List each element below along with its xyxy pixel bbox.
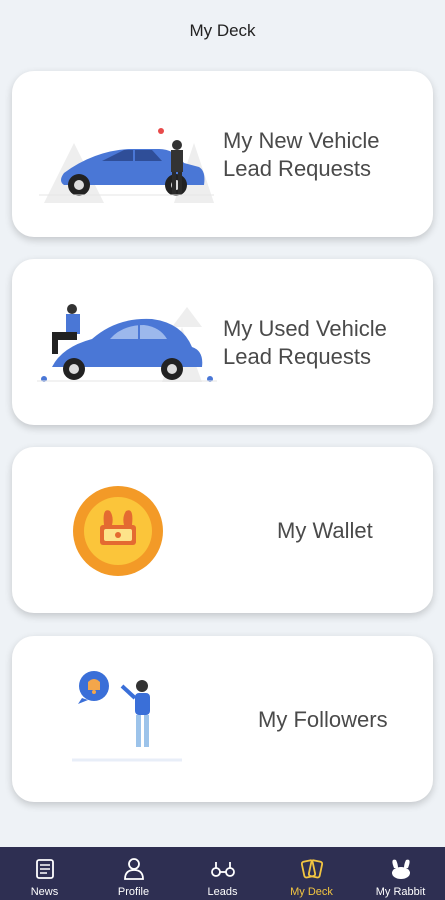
card-label-line2: Lead Requests — [223, 156, 371, 181]
nav-label: Leads — [207, 886, 238, 898]
card-used-vehicle-leads[interactable]: My Used Vehicle Lead Requests — [12, 259, 433, 425]
page-title: My Deck — [189, 21, 256, 40]
page-header: My Deck — [0, 0, 445, 62]
profile-icon — [123, 858, 144, 880]
news-icon — [35, 859, 54, 879]
nav-label: News — [30, 886, 59, 898]
card-label: My Wallet — [277, 518, 373, 543]
followers-illustration — [72, 671, 182, 762]
rabbit-icon — [391, 859, 410, 879]
card-label-line1: My New Vehicle — [223, 128, 380, 153]
new-car-illustration — [39, 128, 214, 203]
card-label: My Followers — [258, 707, 388, 732]
card-wallet[interactable]: My Wallet — [12, 447, 433, 613]
deck-cards-icon — [300, 859, 323, 879]
nav-item-leads[interactable]: Leads — [178, 847, 267, 900]
nav-label: Profile — [117, 886, 150, 898]
wallet-coin-icon — [73, 486, 163, 576]
leads-icon — [210, 862, 235, 877]
nav-item-news[interactable]: News — [0, 847, 89, 900]
used-car-illustration — [37, 304, 217, 382]
card-label-line1: My Used Vehicle — [223, 316, 387, 341]
card-new-vehicle-leads[interactable]: My New Vehicle Lead Requests — [12, 71, 433, 237]
card-label: My New Vehicle Lead Requests — [223, 127, 380, 183]
card-label: My Used Vehicle Lead Requests — [223, 315, 387, 371]
card-label-line2: Lead Requests — [223, 344, 371, 369]
nav-item-profile[interactable]: Profile — [89, 847, 178, 900]
nav-label: My Rabbit — [375, 886, 426, 898]
card-followers[interactable]: My Followers — [12, 636, 433, 802]
nav-item-my-rabbit[interactable]: My Rabbit — [356, 847, 445, 900]
nav-item-my-deck[interactable]: My Deck — [267, 847, 356, 900]
bottom-navbar: News Profile Leads My Deck My Rabbit — [0, 847, 445, 900]
nav-label: My Deck — [290, 886, 333, 898]
